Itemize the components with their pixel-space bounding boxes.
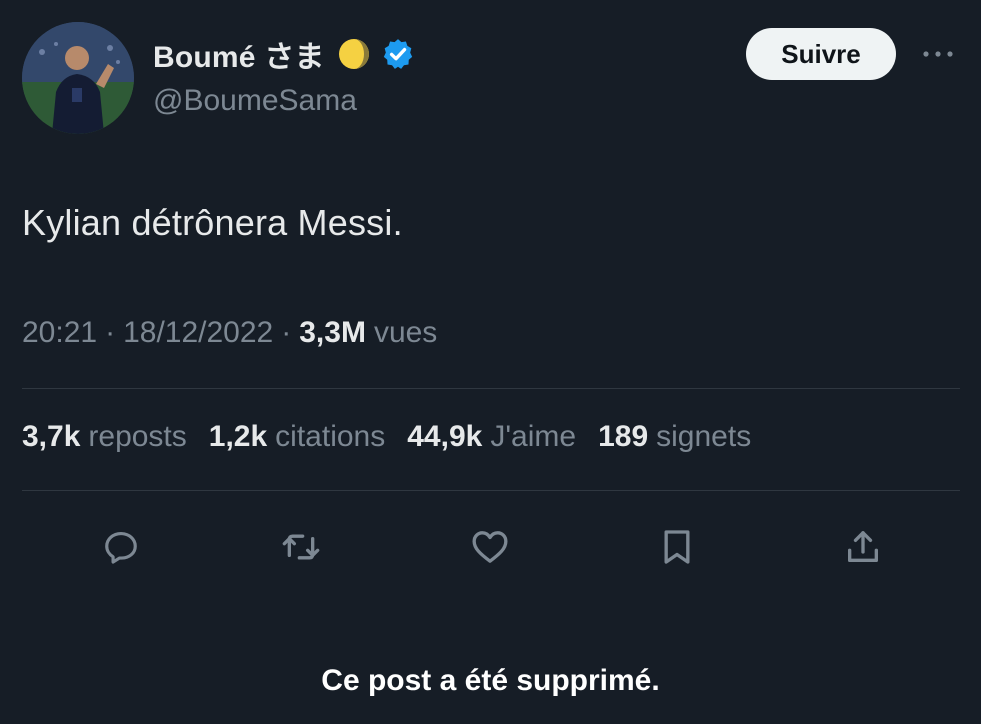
stat-label: reposts [88,420,187,453]
moon-icon [338,39,369,69]
reply-button[interactable] [96,522,146,572]
heart-icon [472,531,508,563]
bookmark-icon [664,530,690,564]
more-options-icon[interactable] [918,40,958,68]
divider [22,490,960,491]
separator: · [281,316,292,349]
stat-label: citations [275,420,386,453]
tweet-card: Boumé さま @BoumeSama Suivre Kylian détrôn… [0,0,981,724]
views-count: 3,3M [299,316,366,349]
stat-likes[interactable]: 44,9k J'aime [407,420,576,454]
share-icon [848,531,878,562]
reply-icon [105,531,137,564]
post-time[interactable]: 20:21 [22,316,97,350]
stat-reposts[interactable]: 3,7k reposts [22,420,187,454]
stat-count: 189 [598,420,649,453]
like-button[interactable] [465,522,515,572]
author-handle[interactable]: @BoumeSama [153,84,357,118]
avatar[interactable] [22,22,134,134]
post-meta: 20:21 · 18/12/2022 · 3,3M vues [22,316,437,350]
bookmark-button[interactable] [652,522,702,572]
post-date[interactable]: 18/12/2022 [123,316,273,350]
stat-label: signets [656,420,752,453]
repost-icon [282,534,320,560]
views-label: vues [373,316,438,349]
follow-button[interactable]: Suivre [746,28,896,80]
stat-count: 3,7k [22,420,81,453]
verified-badge-icon [383,39,412,69]
repost-button[interactable] [276,522,326,572]
stat-bookmarks[interactable]: 189 signets [598,420,751,454]
stat-citations[interactable]: 1,2k citations [209,420,385,454]
stat-count: 1,2k [208,420,268,453]
action-bar [0,522,981,572]
stat-label: J'aime [490,420,577,453]
separator: · [105,316,116,349]
divider [22,388,960,389]
deleted-notice: Ce post a été supprimé. [321,664,660,697]
engagement-stats: 3,7k reposts 1,2k citations 44,9k J'aime… [22,420,773,454]
author-display-name[interactable]: Boumé さま [153,32,325,76]
author-name-row: Boumé さま [153,34,415,74]
stat-count: 44,9k [407,420,483,453]
post-text: Kylian détrônera Messi. [22,202,403,243]
share-button[interactable] [838,522,888,572]
